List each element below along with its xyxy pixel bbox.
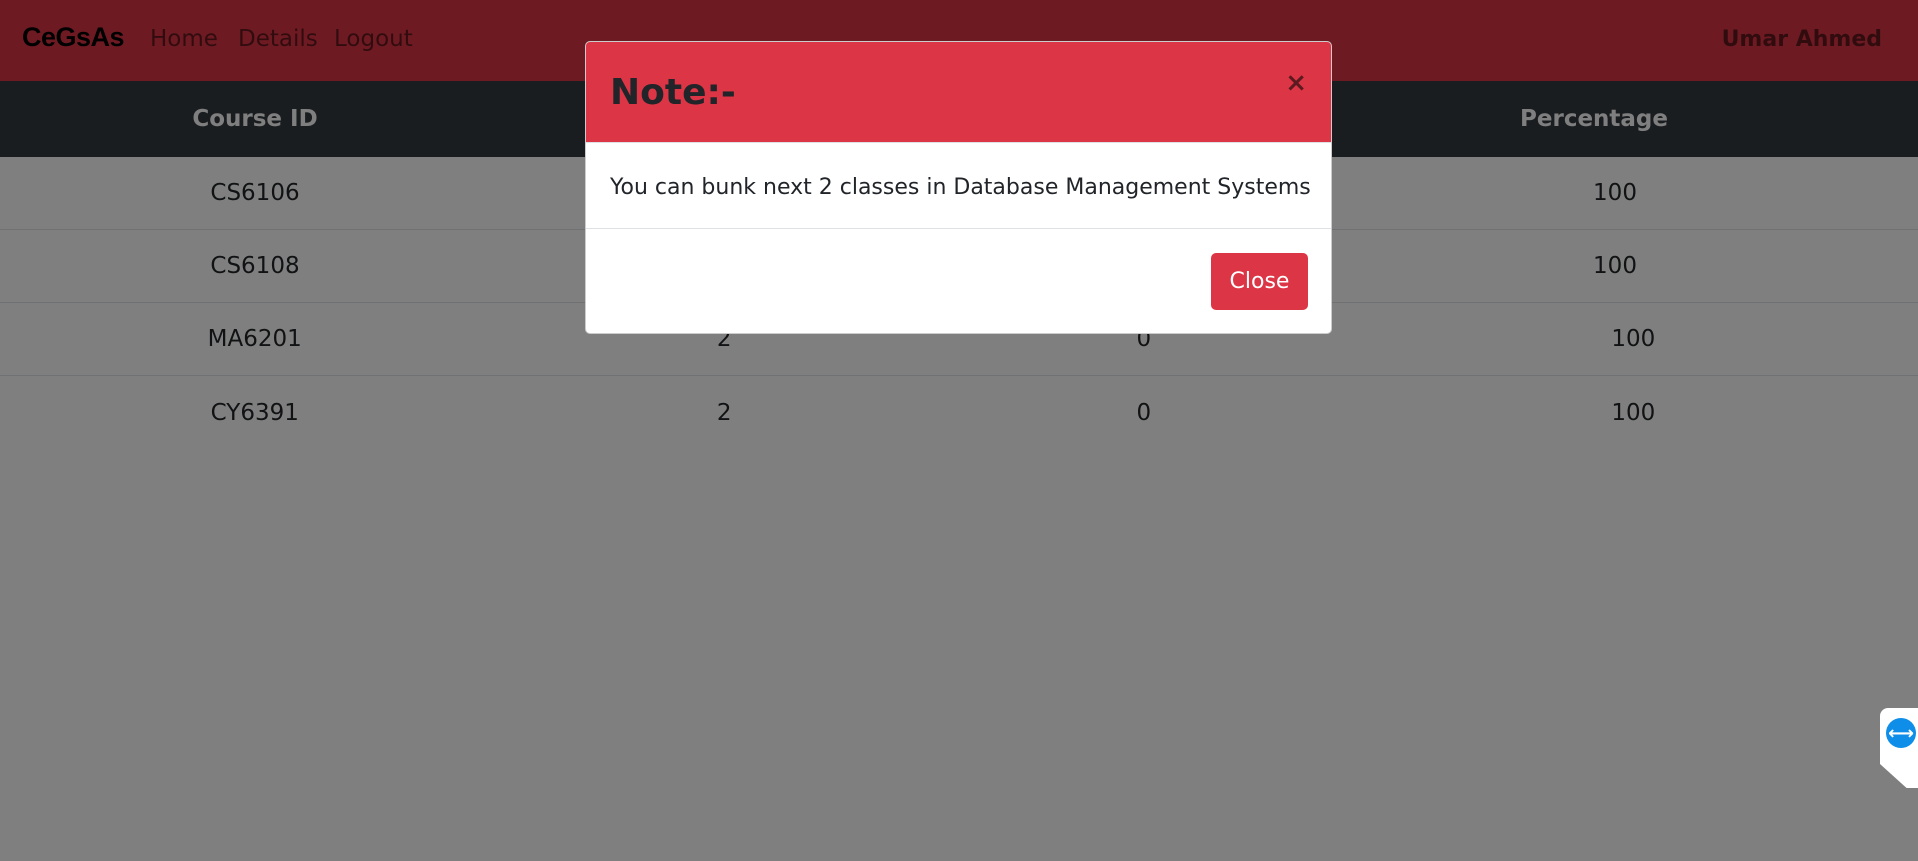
teamviewer-icon[interactable]: ⟷ <box>1886 718 1916 748</box>
modal-title: Note:- <box>610 72 736 113</box>
close-button[interactable]: Close <box>1211 253 1308 310</box>
modal-header: Note:- × <box>586 42 1331 143</box>
note-modal: Note:- × You can bunk next 2 classes in … <box>585 41 1332 334</box>
modal-footer: Close <box>586 229 1331 333</box>
modal-body: You can bunk next 2 classes in Database … <box>586 143 1331 229</box>
close-icon[interactable]: × <box>1285 70 1307 96</box>
modal-message: You can bunk next 2 classes in Database … <box>610 175 1311 200</box>
